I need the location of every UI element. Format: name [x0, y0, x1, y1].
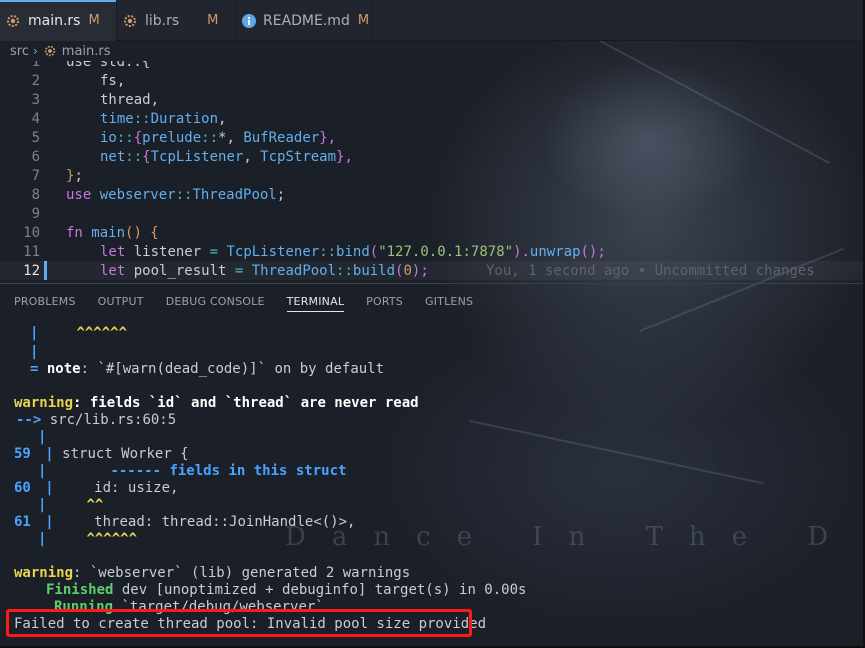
tab-label: main.rs — [28, 12, 81, 29]
code-line-9: 9 — [31, 205, 40, 222]
code-line-2: 2 fs, — [31, 72, 126, 89]
code-line-4: 4 time::Duration, — [31, 110, 227, 127]
tab-main-rs[interactable]: main.rs M — [0, 0, 117, 41]
chevron-right-icon: › — [32, 44, 38, 58]
code-line-7: 7 }; — [31, 167, 83, 184]
tab-label: lib.rs — [145, 12, 180, 29]
terminal-line: | — [38, 429, 47, 445]
rust-gear-icon — [4, 12, 22, 30]
rust-gear-icon — [42, 43, 58, 59]
modified-indicator: M — [357, 13, 370, 28]
code-line-10: 10 fn main() { — [23, 224, 159, 241]
info-icon — [241, 12, 257, 30]
breadcrumb-file[interactable]: main.rs — [62, 44, 111, 59]
tab-gitlens[interactable]: GITLENS — [425, 284, 473, 318]
tab-lib-rs[interactable]: lib.rs M — [117, 0, 237, 41]
terminal-output[interactable]: | ^^^^^^ | = note: `#[warn(dead_code)]` o… — [0, 318, 865, 648]
code-editor[interactable]: 1 use std::{ 2 fs, 3 thread, 4 time::Dur… — [0, 61, 865, 283]
terminal-line: 61 | thread: thread::JoinHandle<()>, — [14, 514, 356, 530]
modified-indicator: M — [207, 13, 219, 28]
terminal-line: warning: fields `id` and `thread` are ne… — [14, 395, 419, 411]
tab-terminal[interactable]: TERMINAL — [286, 284, 345, 318]
terminal-line: = note: `#[warn(dead_code)]` on by defau… — [30, 361, 385, 377]
code-line-12: 12 let pool_result = ThreadPool::build(0… — [0, 261, 865, 280]
tab-ports[interactable]: PORTS — [366, 284, 403, 318]
tab-label: README.md — [263, 12, 350, 29]
terminal-line: | — [30, 344, 39, 360]
git-blame-annotation: You, 1 second ago • Uncommitted changes — [486, 262, 815, 279]
code-line-8: 8 use webserver::ThreadPool; — [31, 186, 286, 203]
terminal-line: 59 | struct Worker { — [14, 446, 189, 462]
code-line-6: 6 net::{TcpListener, TcpStream}, — [31, 148, 353, 165]
terminal-line: warning: `webserver` (lib) generated 2 w… — [14, 565, 411, 581]
panel-tab-bar: PROBLEMS OUTPUT DEBUG CONSOLE TERMINAL P… — [0, 284, 865, 318]
breadcrumb: src › main.rs — [0, 41, 111, 61]
tab-debug-console[interactable]: DEBUG CONSOLE — [166, 284, 265, 318]
terminal-line: | ------ fields in this struct — [38, 463, 347, 479]
breadcrumb-folder[interactable]: src — [10, 44, 29, 59]
editor-tab-bar: main.rs M lib.rs M README.md M — [0, 0, 865, 41]
terminal-line: 60 | id: usize, — [14, 480, 179, 496]
modified-indicator: M — [88, 13, 100, 28]
terminal-line: | ^^^^^^ — [30, 325, 128, 341]
red-highlight-annotation — [6, 609, 472, 637]
code-line-11: 11 let listener = TcpListener::bind("127… — [23, 243, 606, 260]
tab-output[interactable]: OUTPUT — [98, 284, 144, 318]
code-line-5: 5 io::{prelude::*, BufReader}, — [31, 129, 337, 146]
code-line-3: 3 thread, — [31, 91, 160, 108]
terminal-line: --> src/lib.rs:60:5 — [16, 412, 177, 428]
rust-gear-icon — [121, 12, 139, 30]
terminal-line: Finished dev [unoptimized + debuginfo] t… — [46, 582, 527, 598]
terminal-line: | ^^^^^^ — [38, 531, 138, 547]
tab-readme-md[interactable]: README.md M — [237, 0, 372, 41]
code-line-1: 1 use std::{ — [31, 61, 151, 70]
terminal-line: | ^^ — [38, 497, 104, 513]
tab-problems[interactable]: PROBLEMS — [14, 284, 76, 318]
